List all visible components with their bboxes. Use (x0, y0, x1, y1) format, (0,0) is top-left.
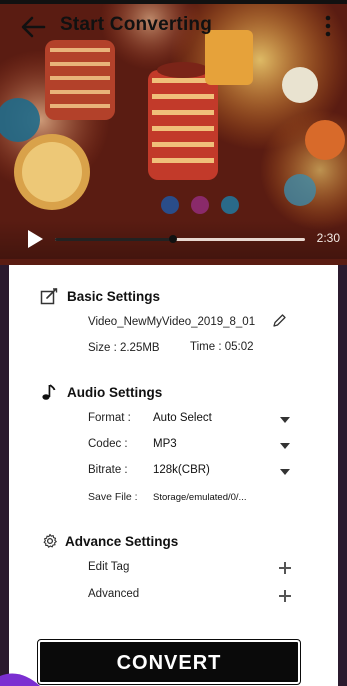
bitrate-select[interactable]: 128k(CBR) (153, 464, 210, 476)
convert-button[interactable]: CONVERT (37, 639, 301, 685)
gear-icon (42, 531, 58, 551)
basic-settings-header: Basic Settings (39, 285, 160, 307)
save-file-path[interactable]: Storage/emulated/0/... (153, 492, 246, 503)
play-icon[interactable] (24, 228, 46, 250)
settings-card: Basic Settings Video_NewMyVideo_2019_8_0… (9, 265, 338, 686)
codec-select[interactable]: MP3 (153, 438, 177, 450)
audio-settings-title: Audio Settings (67, 384, 163, 400)
music-note-icon (39, 382, 59, 402)
file-name: Video_NewMyVideo_2019_8_01 (88, 316, 256, 328)
seek-bar-progress (55, 238, 173, 241)
format-label: Format : (88, 412, 131, 424)
bitrate-label: Bitrate : (88, 464, 128, 476)
arrow-left-icon[interactable] (18, 12, 48, 42)
video-preview[interactable]: Start Converting 2:30 (0, 0, 347, 265)
edit-tag-plus-icon[interactable] (279, 562, 291, 574)
total-duration: 2:30 (316, 231, 340, 245)
file-size: Size : 2.25MB (88, 342, 160, 354)
pencil-icon[interactable] (271, 313, 287, 329)
save-file-label: Save File : (88, 491, 138, 503)
page-title: Start Converting (60, 14, 213, 35)
app-screen: Start Converting 2:30 Basic Settings Vid… (0, 0, 347, 686)
seek-bar-thumb[interactable] (168, 235, 177, 243)
advance-settings-header: Advance Settings (42, 530, 178, 552)
file-duration: Time : 05:02 (190, 341, 254, 353)
format-chevron-down-icon[interactable] (280, 417, 290, 423)
edit-square-icon (39, 286, 59, 306)
advanced-label[interactable]: Advanced (88, 588, 139, 600)
more-vertical-icon[interactable] (321, 10, 335, 42)
audio-settings-header: Audio Settings (39, 381, 162, 403)
basic-settings-title: Basic Settings (67, 288, 161, 304)
format-select[interactable]: Auto Select (153, 412, 212, 424)
app-bar: Start Converting (0, 0, 347, 52)
codec-label: Codec : (88, 438, 128, 450)
player-controls: 2:30 (0, 219, 347, 259)
seek-bar[interactable] (55, 235, 305, 243)
advanced-plus-icon[interactable] (279, 590, 291, 602)
advance-settings-title: Advance Settings (65, 533, 179, 549)
edit-tag-label[interactable]: Edit Tag (88, 561, 129, 573)
codec-chevron-down-icon[interactable] (280, 443, 290, 449)
bitrate-chevron-down-icon[interactable] (280, 469, 290, 475)
